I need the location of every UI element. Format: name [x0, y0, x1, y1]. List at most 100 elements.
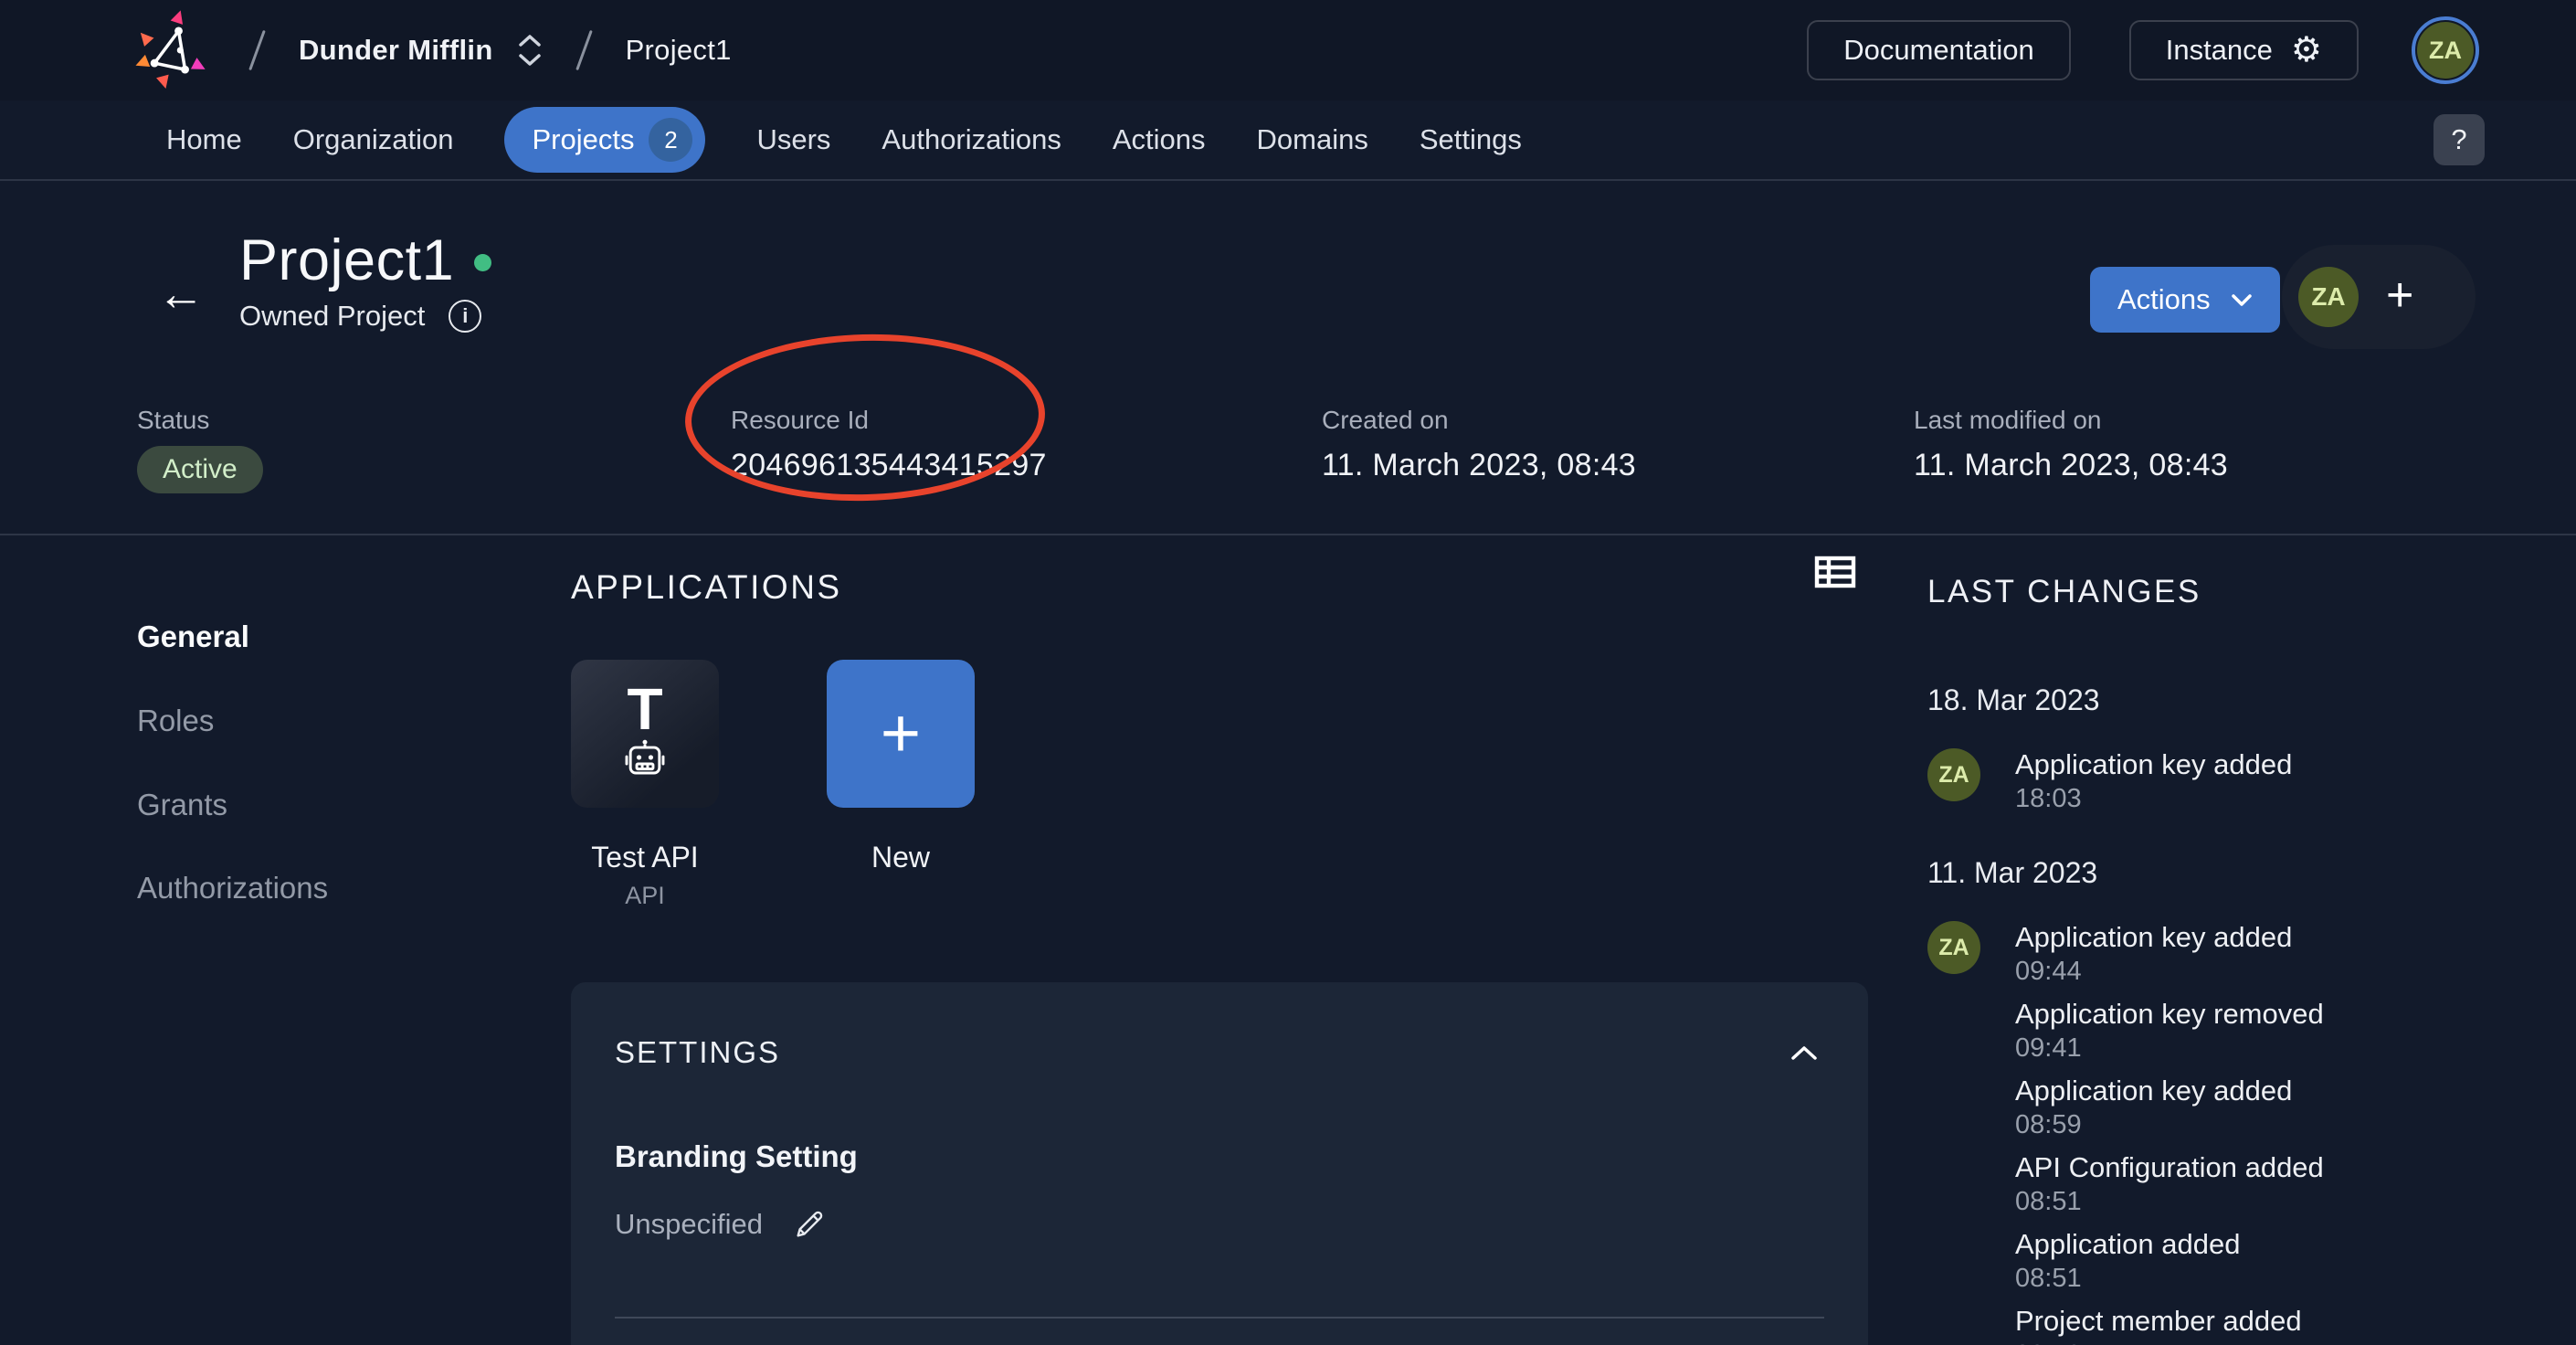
entry-time: 08:59: [2015, 1110, 2292, 1140]
meta-status: Status Active: [137, 406, 263, 493]
tab-domains[interactable]: Domains: [1257, 123, 1368, 156]
tab-users[interactable]: Users: [756, 123, 830, 156]
table-view-icon[interactable]: [1814, 554, 1856, 590]
breadcrumb-separator: [575, 30, 593, 70]
application-cards: T Test API API +: [571, 660, 975, 910]
plus-icon: +: [881, 699, 921, 768]
entry-time: 18:03: [2015, 784, 2292, 814]
gear-icon: ⚙: [2291, 33, 2322, 68]
status-badge: Active: [137, 446, 263, 493]
entry-title: Project member added: [2015, 1305, 2302, 1338]
chevron-down-icon: [2231, 293, 2253, 307]
collapse-button[interactable]: [1784, 1039, 1824, 1066]
chevron-up-icon: [1789, 1044, 1819, 1061]
app-type: API: [625, 882, 665, 910]
breadcrumb-org[interactable]: Dunder Mifflin: [299, 34, 493, 67]
new-app-label: New: [871, 841, 930, 874]
application-card-col: T Test API API: [571, 660, 719, 910]
change-entry: Application added 08:51: [1927, 1228, 2567, 1294]
documentation-button[interactable]: Documentation: [1807, 20, 2071, 80]
tab-projects-active[interactable]: Projects 2: [504, 107, 705, 173]
project-header: Project1 Owned Project i: [239, 230, 491, 333]
section-divider: [0, 534, 2576, 535]
change-entry: API Configuration added 08:51: [1927, 1151, 2567, 1217]
entry-time: 08:51: [2015, 1187, 2324, 1217]
entry-time: 09:41: [2015, 1033, 2324, 1064]
instance-button[interactable]: Instance ⚙: [2129, 20, 2359, 80]
change-entry: Project member added 08:43: [1927, 1305, 2567, 1345]
breadcrumb-project[interactable]: Project1: [626, 34, 732, 67]
sidebar-item-general[interactable]: General: [137, 620, 249, 654]
project-active-dot-icon: [474, 254, 491, 271]
new-application-card-col: + New: [827, 660, 975, 910]
meta-resource-id: Resource Id 204696135443415297: [731, 406, 1047, 483]
user-avatar[interactable]: ZA: [2417, 22, 2474, 79]
entry-title: Application added: [2015, 1228, 2240, 1261]
zitadel-console: Dunder Mifflin Project1 Documentation In…: [0, 0, 2576, 1345]
new-app-card[interactable]: +: [827, 660, 975, 808]
entry-time: 09:44: [2015, 957, 2292, 987]
tab-projects-label: Projects: [532, 123, 634, 156]
created-on-value: 11. March 2023, 08:43: [1322, 448, 1636, 483]
zitadel-logo-icon[interactable]: [135, 10, 216, 90]
created-on-label: Created on: [1322, 406, 1636, 435]
meta-modified: Last modified on 11. March 2023, 08:43: [1914, 406, 2228, 483]
settings-card: SETTINGS Branding Setting Unspecified As…: [571, 982, 1868, 1345]
entry-title: Application key added: [2015, 748, 2292, 781]
change-entry: Application key added 08:59: [1927, 1075, 2567, 1140]
sidebar-item-authorizations[interactable]: Authorizations: [137, 871, 328, 905]
actions-label: Actions: [2117, 283, 2211, 316]
change-date: 18. Mar 2023: [1927, 683, 2567, 717]
sidebar-item-grants[interactable]: Grants: [137, 788, 227, 822]
entry-avatar: ZA: [1927, 921, 1980, 974]
tab-home[interactable]: Home: [166, 123, 242, 156]
projects-count-badge: 2: [649, 118, 692, 162]
help-button[interactable]: ?: [2433, 114, 2485, 165]
entry-title: Application key added: [2015, 921, 2292, 954]
actions-dropdown-button[interactable]: Actions: [2090, 267, 2280, 333]
tab-settings[interactable]: Settings: [1420, 123, 1522, 156]
settings-divider: [615, 1317, 1824, 1319]
entry-avatar: ZA: [1927, 748, 1980, 801]
edit-branding-button[interactable]: [792, 1207, 827, 1242]
info-icon[interactable]: i: [449, 300, 481, 333]
tab-authorizations[interactable]: Authorizations: [882, 123, 1061, 156]
applications-heading: APPLICATIONS: [571, 568, 842, 607]
change-entry: ZA Application key added 09:44: [1927, 921, 2567, 987]
back-button[interactable]: ←: [157, 270, 205, 318]
meta-created: Created on 11. March 2023, 08:43: [1322, 406, 1636, 483]
resource-id-label: Resource Id: [731, 406, 1047, 435]
settings-heading: SETTINGS: [615, 1035, 780, 1070]
org-switcher-unfold-icon[interactable]: [517, 34, 543, 67]
entry-title: Application key removed: [2015, 998, 2324, 1031]
entry-title: Application key added: [2015, 1075, 2292, 1107]
project-members-pill: ZA +: [2282, 245, 2476, 349]
instance-label: Instance: [2166, 34, 2273, 67]
status-label: Status: [137, 406, 263, 435]
change-entry: ZA Application key added 18:03: [1927, 748, 2567, 814]
breadcrumb-separator: [248, 30, 266, 70]
add-member-button[interactable]: +: [2386, 271, 2413, 323]
member-avatar[interactable]: ZA: [2298, 267, 2359, 327]
last-changes-panel: LAST CHANGES 18. Mar 2023 ZA Application…: [1927, 574, 2567, 1345]
pencil-icon: [792, 1207, 827, 1242]
robot-icon: [622, 738, 668, 780]
documentation-label: Documentation: [1843, 34, 2034, 67]
sidebar-item-roles[interactable]: Roles: [137, 704, 214, 738]
tab-actions[interactable]: Actions: [1113, 123, 1206, 156]
resource-id-value: 204696135443415297: [731, 448, 1047, 483]
tab-organization[interactable]: Organization: [293, 123, 454, 156]
app-initial: T: [627, 680, 662, 738]
branding-setting-label: Branding Setting: [615, 1139, 1824, 1174]
app-name: Test API: [591, 841, 698, 874]
page-title: Project1: [239, 230, 454, 291]
app-card-test-api[interactable]: T: [571, 660, 719, 808]
change-entry: Application key removed 09:41: [1927, 998, 2567, 1064]
top-toolbar: Dunder Mifflin Project1 Documentation In…: [0, 0, 2576, 101]
project-subtitle: Owned Project: [239, 300, 425, 333]
org-nav-tabs: Home Organization Projects 2 Users Autho…: [0, 101, 2576, 181]
branding-setting-value: Unspecified: [615, 1208, 763, 1241]
entry-time: 08:43: [2015, 1340, 2302, 1345]
last-changes-heading: LAST CHANGES: [1927, 574, 2567, 610]
last-modified-label: Last modified on: [1914, 406, 2228, 435]
